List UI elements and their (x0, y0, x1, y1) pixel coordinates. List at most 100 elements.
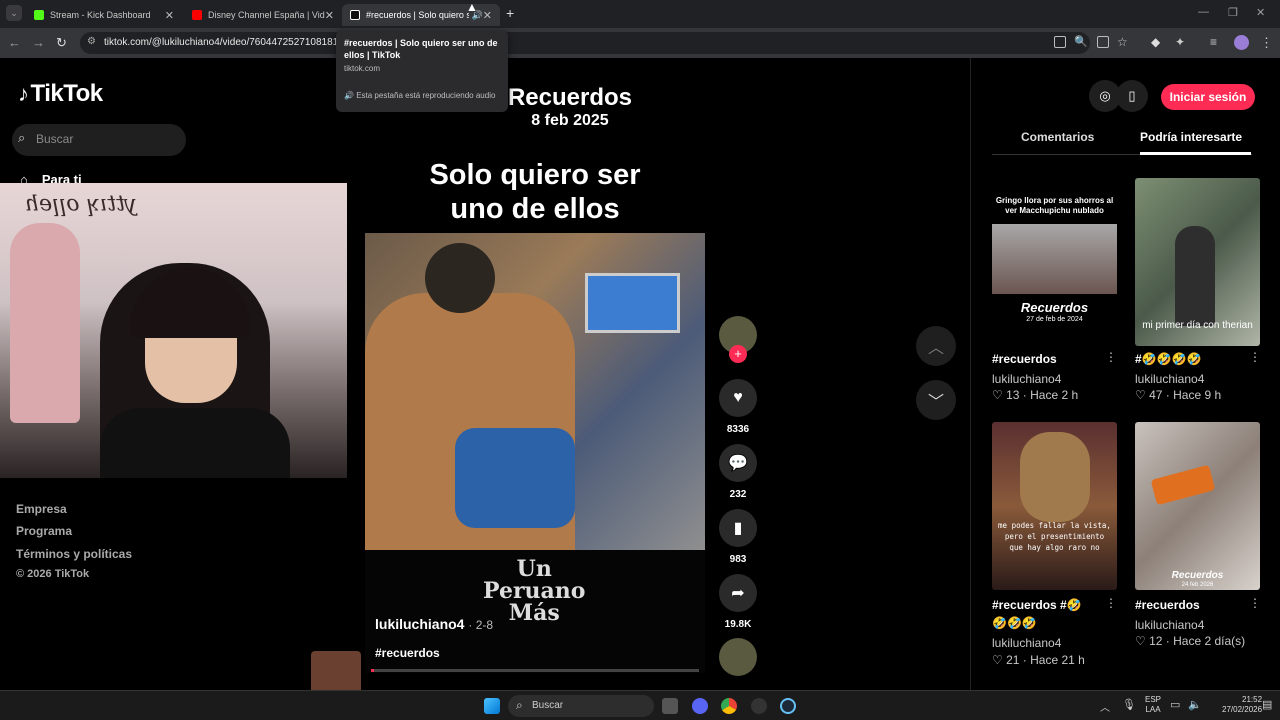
thumb-text: mi primer día con therian (1142, 320, 1253, 331)
creator-avatar[interactable]: + (718, 316, 758, 363)
comment-count: 232 (729, 489, 747, 500)
windows-start-icon[interactable] (484, 698, 500, 714)
tab-disney[interactable]: Disney Channel España | Video ✕ (184, 4, 342, 26)
video-figure-head (425, 243, 495, 313)
close-icon[interactable]: ✕ (325, 9, 334, 22)
suggestion-title[interactable]: #recuerdos (992, 350, 1102, 368)
volume-icon[interactable]: 🔈 (1188, 698, 1202, 711)
clock[interactable]: 21:52 27/02/2026 (1222, 695, 1262, 715)
tab-search-icon[interactable]: ⌄ (6, 5, 22, 21)
notification-icon[interactable]: ▤ (1262, 698, 1272, 711)
bookmark-icon: ▮ (719, 509, 757, 547)
comment-button[interactable]: 💬 232 (718, 444, 758, 500)
network-icon[interactable]: ▭ (1170, 698, 1180, 711)
footer-terms[interactable]: Términos y políticas (16, 547, 132, 561)
like-button[interactable]: ♥ 8336 (718, 379, 758, 435)
menu-icon[interactable]: ⋮ (1260, 35, 1273, 51)
close-icon[interactable]: ✕ (165, 9, 174, 22)
suggestion-title[interactable]: #recuerdos #🤣 🤣🤣🤣 (992, 596, 1102, 632)
clock-time: 21:52 (1242, 695, 1263, 704)
steam-icon[interactable] (780, 698, 796, 714)
caption-line: uno de ellos (450, 193, 620, 225)
follow-plus-icon[interactable]: + (729, 345, 747, 363)
login-button[interactable]: Iniciar sesión (1161, 84, 1255, 110)
search-input[interactable]: ⌕ Buscar (12, 124, 186, 156)
suggestion-title[interactable]: #🤣🤣🤣🤣 (1135, 350, 1245, 368)
window-close-button[interactable]: ✕ (1256, 6, 1265, 19)
taskbar-search-input[interactable]: ⌕ Buscar (508, 695, 654, 717)
extension-icon[interactable]: ◆ (1151, 35, 1160, 49)
forward-icon[interactable]: → (32, 35, 45, 50)
maximize-button[interactable]: ❐ (1228, 6, 1238, 19)
suggestion-thumb[interactable]: me podes fallar la vista, pero el presen… (992, 422, 1117, 590)
shirt-shape (100, 408, 290, 478)
heart-outline-icon: ♡ (992, 388, 1003, 402)
bookmark-star-icon[interactable]: ☆ (1117, 35, 1128, 49)
post-time: Hace 2 día(s) (1173, 634, 1246, 648)
brand-line: Un (516, 556, 552, 582)
next-video-button[interactable]: ﹀ (916, 380, 956, 420)
thumb-date: 27 de feb de 2024 (1026, 316, 1083, 323)
tiktok-logo[interactable]: ♪TikTok (18, 80, 103, 108)
tab-kick[interactable]: Stream - Kick Dashboard ✕ (26, 4, 182, 26)
media-icon[interactable]: ≡ (1210, 35, 1217, 49)
suggestion-thumb[interactable]: Gringo llora por sus ahorros al ver Macc… (992, 178, 1117, 346)
suggestion-thumb[interactable]: Recuerdos 24 feb 2026 (1135, 422, 1260, 590)
suggestion-user[interactable]: lukiluchiano4 (1135, 372, 1204, 386)
suggestion-user[interactable]: lukiluchiano4 (992, 372, 1061, 386)
tab-title: Disney Channel España | Video (208, 10, 325, 20)
heart-outline-icon: ♡ (1135, 634, 1146, 648)
suggestion-user[interactable]: lukiluchiano4 (992, 636, 1061, 650)
puzzle-icon[interactable]: ✦ (1175, 35, 1185, 49)
task-view-icon[interactable] (662, 698, 678, 714)
tab-comments[interactable]: Comentarios (1021, 130, 1094, 144)
suggestion-thumb[interactable]: mi primer día con therian (1135, 178, 1260, 346)
minimize-button[interactable]: — (1198, 6, 1209, 18)
thumb-excavator (1150, 464, 1216, 506)
zoom-icon[interactable]: 🔍 (1074, 35, 1088, 48)
translate-icon[interactable] (1054, 36, 1066, 48)
nav-for-you[interactable]: ⌂ Para ti (20, 172, 82, 183)
microphone-icon[interactable]: 🎙 (1122, 698, 1136, 711)
chrome-icon[interactable] (721, 698, 737, 714)
footer-program[interactable]: Programa (16, 524, 72, 538)
url-text: tiktok.com/@lukiluchiano4/video/76044725… (104, 37, 350, 48)
more-options-icon[interactable]: ⋮ (1105, 596, 1117, 610)
share-count: 19.8K (724, 619, 752, 630)
heart-outline-icon: ♡ (1135, 388, 1146, 402)
save-button[interactable]: ▮ 983 (718, 509, 758, 565)
obs-icon[interactable] (751, 698, 767, 714)
footer-copyright: © 2026 TikTok (16, 568, 90, 580)
video-hashtag[interactable]: #recuerdos (375, 646, 440, 660)
previous-video-button[interactable]: ︿ (916, 326, 956, 366)
suggestion-user[interactable]: lukiluchiano4 (1135, 618, 1204, 632)
clock-date: 27/02/2026 (1222, 705, 1263, 714)
tab-title: #recuerdos | Solo quiero se (366, 10, 469, 20)
suggestion-title[interactable]: #recuerdos (1135, 596, 1245, 614)
sound-avatar[interactable] (718, 638, 758, 676)
footer-company[interactable]: Empresa (16, 502, 67, 516)
cast-icon[interactable] (1097, 36, 1109, 48)
more-options-icon[interactable]: ⋮ (1249, 350, 1261, 364)
device-icon[interactable]: ▯ (1116, 80, 1148, 112)
back-icon[interactable]: ← (8, 35, 21, 50)
video-player[interactable] (365, 233, 705, 550)
video-author[interactable]: lukiluchiano4 (375, 616, 464, 632)
hover-card-title: #recuerdos | Solo quiero ser uno de ello… (344, 38, 498, 60)
close-icon[interactable]: ✕ (483, 9, 492, 22)
more-options-icon[interactable]: ⋮ (1105, 350, 1117, 364)
video-progress-track[interactable] (371, 669, 699, 672)
hover-card-audio: 🔊 Esta pestaña está reproduciendo audio (344, 91, 500, 100)
tab-suggested[interactable]: Podría interesarte (1140, 130, 1242, 144)
title-line: #recuerdos #🤣 (992, 598, 1082, 612)
more-options-icon[interactable]: ⋮ (1249, 596, 1261, 610)
profile-avatar[interactable] (1234, 35, 1249, 50)
reload-icon[interactable]: ↻ (56, 35, 67, 51)
share-button[interactable]: ➦ 19.8K (718, 574, 758, 630)
tray-overflow-icon[interactable]: ︿ (1100, 699, 1110, 714)
discord-icon[interactable] (692, 698, 708, 714)
site-info-icon[interactable]: ⚙ (87, 36, 96, 47)
url-field[interactable]: ⚙ tiktok.com/@lukiluchiano4/video/760447… (80, 32, 1090, 54)
new-tab-button[interactable]: + (506, 5, 514, 21)
language-indicator[interactable]: ESP LAA (1145, 695, 1161, 715)
